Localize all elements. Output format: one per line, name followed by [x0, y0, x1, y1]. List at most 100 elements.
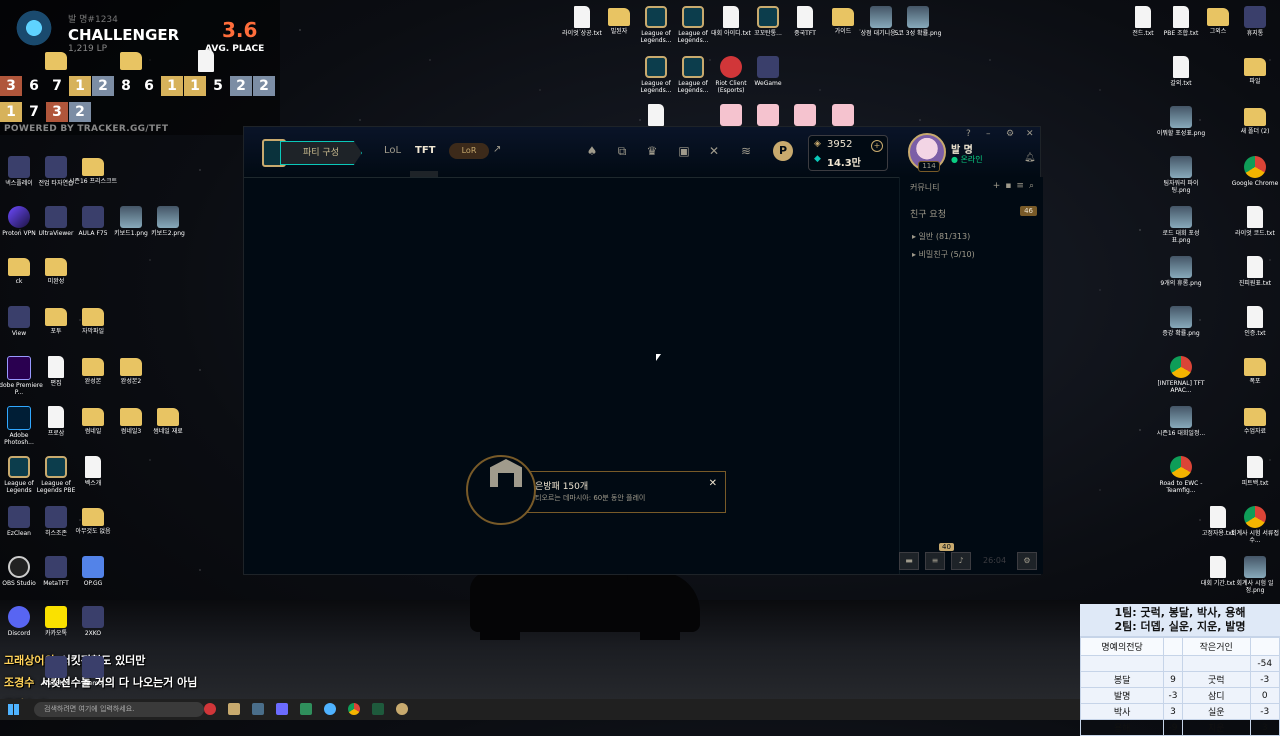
desktop-icon[interactable]: Demo: [68, 656, 118, 687]
currency-panel[interactable]: ◈ 3952 ◆ 14.3만 +: [808, 135, 888, 171]
desktop-icon[interactable]: 피트백.txt: [1230, 456, 1280, 487]
play-button[interactable]: 파티 구성: [280, 141, 362, 165]
toast-close-icon[interactable]: ✕: [709, 478, 717, 489]
desktop-icon[interactable]: [181, 50, 231, 74]
desktop-icon[interactable]: 키보드2.png: [143, 206, 193, 237]
desktop-icon[interactable]: 새 폴더 (2): [1230, 106, 1280, 135]
desktop-icon[interactable]: 5코 3성 확률.png: [893, 6, 943, 37]
desktop-icon[interactable]: 썸네일 재료: [143, 406, 193, 435]
close-icon[interactable]: ✕: [1026, 129, 1034, 139]
voice-icon[interactable]: ♪: [951, 552, 971, 570]
app3-taskbar-icon[interactable]: [300, 703, 312, 715]
taskbar-search[interactable]: 검색하려면 여기에 입력하세요.: [34, 702, 204, 717]
desktop-icon[interactable]: 아무것도 없음: [68, 506, 118, 535]
chat-icon[interactable]: ▬: [899, 552, 919, 570]
desktop-icon[interactable]: 시즌16 프리스크트: [68, 156, 118, 185]
app-taskbar-icon[interactable]: [252, 703, 264, 715]
search-icon[interactable]: ⌕: [1029, 181, 1039, 191]
scoreboard-cell: 3: [1163, 703, 1183, 720]
help-icon[interactable]: ?: [966, 129, 971, 139]
desktop-icon[interactable]: 팀자워리 파이팅.png: [1156, 156, 1206, 194]
add-friend-icon[interactable]: +: [993, 181, 1006, 191]
list-icon[interactable]: ≡: [1016, 181, 1029, 191]
folder-icon: [45, 308, 67, 326]
desktop-icon[interactable]: 미완성: [31, 256, 81, 285]
desktop-icon[interactable]: 완성본2: [106, 356, 156, 385]
lol-icon: [757, 6, 779, 28]
desktop-icon[interactable]: OP.GG: [68, 556, 118, 587]
desktop-icon[interactable]: [631, 104, 681, 128]
friend-requests-label[interactable]: 친구 요청: [910, 207, 946, 220]
tab-lol[interactable]: LoL: [384, 145, 401, 156]
nav-loot-icon[interactable]: ▣: [676, 143, 692, 159]
app-icon: [45, 506, 67, 528]
desktop-icon[interactable]: 인증.txt: [1230, 306, 1280, 337]
desktop-icon[interactable]: 갈외.txt: [1156, 56, 1206, 87]
nav-store-icon[interactable]: ≋: [738, 143, 754, 159]
desktop-icon-label: OP.GG: [83, 580, 103, 587]
desktop-icon[interactable]: [INTERNAL] TFT APAC...: [1156, 356, 1206, 394]
desktop-icon[interactable]: 수업자료: [1230, 406, 1280, 435]
windows-start-icon[interactable]: [8, 704, 19, 715]
table-row: -54: [1079, 655, 1280, 672]
notification-bell-icon[interactable]: 🔔︎: [1024, 153, 1035, 163]
nav-ranked-icon[interactable]: ♛: [644, 143, 660, 159]
tab-tft[interactable]: TFT: [415, 145, 435, 156]
app-icon: [8, 506, 30, 528]
desktop-icon[interactable]: [31, 50, 81, 72]
desktop-icon[interactable]: [106, 50, 156, 72]
desktop-icon[interactable]: 시즌16 대회일정...: [1156, 406, 1206, 437]
riot-taskbar-icon[interactable]: [204, 703, 216, 715]
desktop-icon[interactable]: 파일: [1230, 56, 1280, 85]
desktop-icon[interactable]: 2XKO: [68, 606, 118, 637]
mission-toast[interactable]: 은방패 150개 티오르는 데마시아: 60분 동안 플레이 ✕: [462, 455, 726, 525]
gear-icon[interactable]: ⚙: [1017, 552, 1037, 570]
desktop-icon[interactable]: 벡스개: [68, 456, 118, 487]
client-topbar: 파티 구성 LoL TFT LoR ↗ ♠ ⧉ ♛ ▣ ✕ ≋ P ◈ 3952…: [244, 127, 1040, 178]
desktop-icon[interactable]: 증강 확률.png: [1156, 306, 1206, 337]
friend-group-general[interactable]: ▸ 일반 (81/313): [912, 231, 970, 242]
chrome-taskbar-icon[interactable]: [348, 703, 360, 715]
file-icon: [48, 406, 64, 428]
scoreboard-cell: [1079, 655, 1165, 672]
add-currency-icon[interactable]: +: [871, 140, 883, 152]
nav-collection-icon[interactable]: ⧉: [614, 143, 630, 159]
friend-group-secret[interactable]: ▸ 비밀친구 (5/10): [912, 249, 975, 260]
minimize-icon[interactable]: –: [986, 129, 991, 139]
recent-placements: 367128611522: [0, 76, 276, 96]
desktop-icon[interactable]: 회계사 시험 서류접수...: [1230, 506, 1280, 544]
desktop-icon-label: 아무것도 없음: [75, 528, 111, 535]
desktop-icon[interactable]: [818, 104, 868, 128]
desktop-icon[interactable]: 휴지통: [1230, 6, 1280, 37]
nav-tft-icon[interactable]: ♠: [584, 143, 600, 159]
desktop-icon[interactable]: 로드 대회 포성표.png: [1156, 206, 1206, 244]
desktop-icon[interactable]: 자막파일: [68, 306, 118, 335]
toast-subtitle: 티오르는 데마시아: 60분 동안 플레이: [535, 494, 646, 502]
settings-icon[interactable]: ⚙: [1006, 129, 1014, 139]
desktop-icon[interactable]: Google Chrome: [1230, 156, 1280, 187]
nav-tools-icon[interactable]: ✕: [706, 143, 722, 159]
desktop-icon[interactable]: Road to EWC - Teamfig...: [1156, 456, 1206, 494]
app5-taskbar-icon[interactable]: [372, 703, 384, 715]
desktop-icon[interactable]: WeGame: [743, 56, 793, 87]
placement-8: 1: [161, 76, 183, 96]
rp-coin-icon[interactable]: P: [773, 141, 793, 161]
desktop-icon[interactable]: 진피원표.txt: [1230, 256, 1280, 287]
app4-taskbar-icon[interactable]: [324, 703, 336, 715]
scoreboard-overlay: 1팀: 굿럭, 봉달, 박사, 용해 2팀: 더뎁, 실운, 지운, 발명 명예…: [1079, 604, 1280, 736]
folder-icon: [82, 508, 104, 526]
desktop-icon[interactable]: 폭포: [1230, 356, 1280, 385]
lol-taskbar-icon[interactable]: [228, 703, 240, 715]
wallpaper-car-silhouette: [470, 554, 700, 640]
missions-icon[interactable]: ≡: [925, 552, 945, 570]
tab-lor[interactable]: LoR: [449, 143, 489, 159]
pr-icon: [7, 356, 31, 380]
placement-1: 1: [0, 102, 22, 122]
desktop-icon[interactable]: 회계사 시험 일정.png: [1230, 556, 1280, 594]
desktop-icon[interactable]: 이뭐할 포성표.png: [1156, 106, 1206, 137]
desktop-icon[interactable]: 라이엇 코드.txt: [1230, 206, 1280, 237]
desktop-icon[interactable]: 9개의 휴롬.png: [1156, 256, 1206, 287]
folder-icon[interactable]: ▪: [1005, 181, 1016, 191]
lol2-taskbar-icon[interactable]: [396, 703, 408, 715]
app2-taskbar-icon[interactable]: [276, 703, 288, 715]
